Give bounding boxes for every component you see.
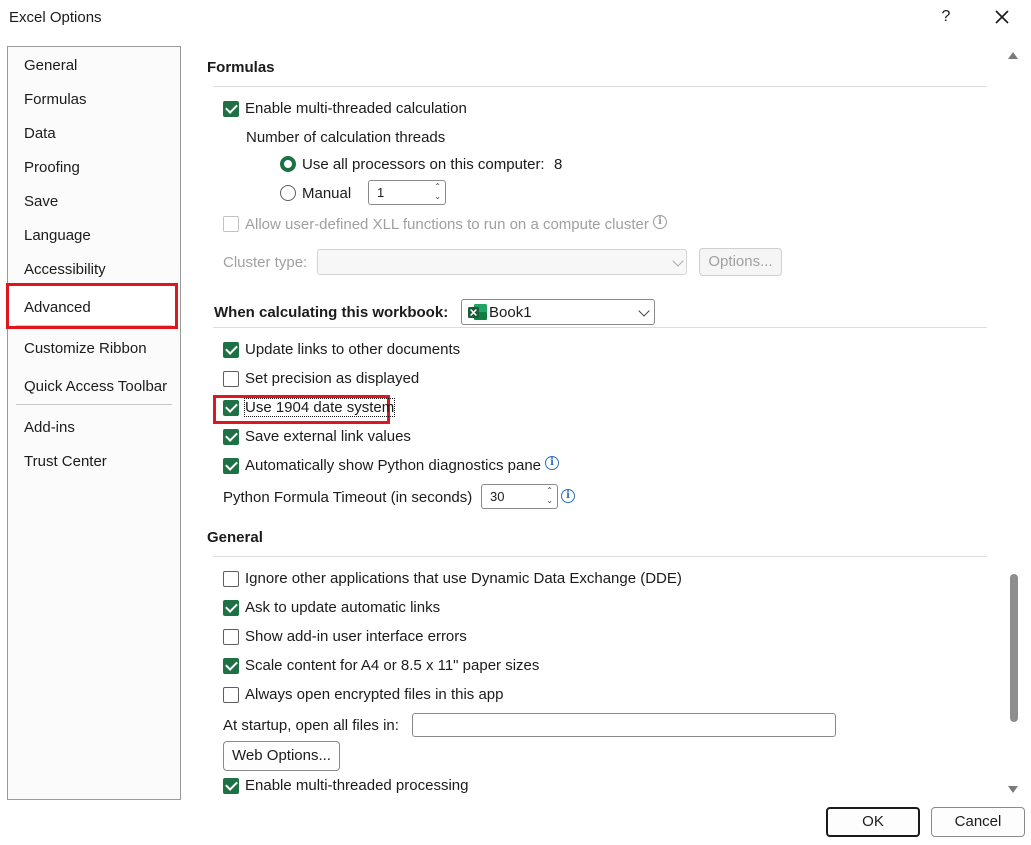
info-icon[interactable]: i: [545, 456, 559, 470]
manual-radio[interactable]: [280, 185, 296, 201]
nav-item-add-ins[interactable]: Add-ins: [24, 419, 75, 436]
addin-errors-checkbox[interactable]: [223, 629, 239, 645]
python-diagnostics-label: Automatically show Python diagnostics pa…: [245, 457, 542, 474]
precision-label: Set precision as displayed: [245, 370, 420, 387]
xll-label: Allow user-defined XLL functions to run …: [245, 216, 649, 233]
nav-item-save[interactable]: Save: [24, 193, 58, 210]
workbook-selected: Book1: [489, 304, 532, 321]
options-nav: General Formulas Data Proofing Save Lang…: [6, 46, 181, 800]
ok-button[interactable]: OK: [826, 807, 920, 837]
web-options-button[interactable]: Web Options...: [223, 741, 340, 771]
dde-checkbox[interactable]: [223, 571, 239, 587]
scrollbar-thumb[interactable]: [1010, 574, 1018, 722]
scale-content-checkbox[interactable]: [223, 658, 239, 674]
cluster-type-dropdown[interactable]: [317, 249, 687, 275]
python-timeout-label: Python Formula Timeout (in seconds): [223, 489, 473, 506]
date-1904-checkbox[interactable]: [223, 400, 239, 416]
manual-label: Manual: [302, 185, 352, 202]
nav-divider: [16, 404, 172, 405]
addin-errors-label: Show add-in user interface errors: [245, 628, 467, 645]
section-divider: [213, 86, 987, 87]
nav-item-advanced[interactable]: Advanced: [24, 299, 91, 316]
scroll-up-icon[interactable]: [1008, 52, 1018, 59]
nav-item-trust-center[interactable]: Trust Center: [24, 453, 107, 470]
update-links-checkbox[interactable]: [223, 342, 239, 358]
nav-divider: [16, 325, 172, 326]
all-processors-label: Use all processors on this computer:: [302, 156, 545, 173]
update-links-label: Update links to other documents: [245, 341, 461, 358]
spin-down-icon[interactable]: ⌄: [434, 192, 441, 201]
multiprocess-checkbox[interactable]: [223, 778, 239, 794]
section-divider: [213, 556, 987, 557]
nav-item-proofing[interactable]: Proofing: [24, 159, 80, 176]
multithread-checkbox[interactable]: [223, 101, 239, 117]
section-title-workbook: When calculating this workbook:: [214, 304, 449, 321]
manual-threads-spinner[interactable]: 1 ⌃ ⌄: [368, 180, 446, 205]
nav-item-accessibility[interactable]: Accessibility: [24, 261, 106, 278]
info-icon[interactable]: i: [561, 489, 575, 503]
nav-item-customize-ribbon[interactable]: Customize Ribbon: [24, 340, 147, 357]
cancel-button[interactable]: Cancel: [931, 807, 1025, 837]
startup-folder-label: At startup, open all files in:: [223, 717, 399, 734]
dialog-title: Excel Options: [9, 9, 102, 26]
close-button[interactable]: [991, 6, 1013, 28]
section-title-general: General: [207, 529, 263, 546]
python-diagnostics-checkbox[interactable]: [223, 458, 239, 474]
chevron-down-icon: [638, 305, 650, 317]
xll-checkbox[interactable]: [223, 216, 239, 232]
threads-label: Number of calculation threads: [246, 129, 446, 146]
nav-item-quick-access-toolbar[interactable]: Quick Access Toolbar: [24, 378, 167, 395]
multithread-label: Enable multi-threaded calculation: [245, 100, 467, 117]
info-icon[interactable]: i: [653, 215, 667, 229]
python-timeout-value: 30: [490, 489, 505, 504]
update-auto-links-checkbox[interactable]: [223, 600, 239, 616]
nav-item-language[interactable]: Language: [24, 227, 91, 244]
python-timeout-spinner[interactable]: 30 ⌃ ⌄: [481, 484, 558, 509]
scale-content-label: Scale content for A4 or 8.5 x 11" paper …: [245, 657, 540, 674]
startup-folder-input[interactable]: [412, 713, 836, 737]
external-links-label: Save external link values: [245, 428, 411, 445]
date-1904-label: Use 1904 date system: [243, 398, 396, 417]
spin-up-icon[interactable]: ⌃: [434, 182, 441, 191]
precision-checkbox[interactable]: [223, 371, 239, 387]
manual-threads-value: 1: [377, 185, 385, 200]
excel-icon: [468, 304, 487, 320]
multiprocess-label: Enable multi-threaded processing: [245, 777, 469, 794]
cluster-options-button[interactable]: Options...: [699, 248, 782, 276]
spin-up-icon[interactable]: ⌃: [546, 486, 553, 495]
encrypted-files-checkbox[interactable]: [223, 687, 239, 703]
nav-item-general[interactable]: General: [24, 57, 77, 74]
chevron-down-icon: [672, 255, 684, 267]
close-icon: [995, 10, 1009, 24]
all-processors-radio[interactable]: [280, 156, 296, 172]
processor-count: 8: [554, 156, 563, 173]
external-links-checkbox[interactable]: [223, 429, 239, 445]
help-button[interactable]: ?: [936, 6, 956, 28]
update-auto-links-label: Ask to update automatic links: [245, 599, 441, 616]
nav-item-data[interactable]: Data: [24, 125, 56, 142]
cluster-type-label: Cluster type:: [223, 254, 308, 271]
spin-down-icon[interactable]: ⌄: [546, 496, 553, 505]
scroll-down-icon[interactable]: [1008, 786, 1018, 793]
encrypted-files-label: Always open encrypted files in this app: [245, 686, 504, 703]
section-title-formulas: Formulas: [207, 59, 275, 76]
dde-label: Ignore other applications that use Dynam…: [245, 570, 682, 587]
section-divider: [213, 327, 987, 328]
workbook-dropdown[interactable]: Book1: [461, 299, 655, 325]
nav-item-formulas[interactable]: Formulas: [24, 91, 87, 108]
